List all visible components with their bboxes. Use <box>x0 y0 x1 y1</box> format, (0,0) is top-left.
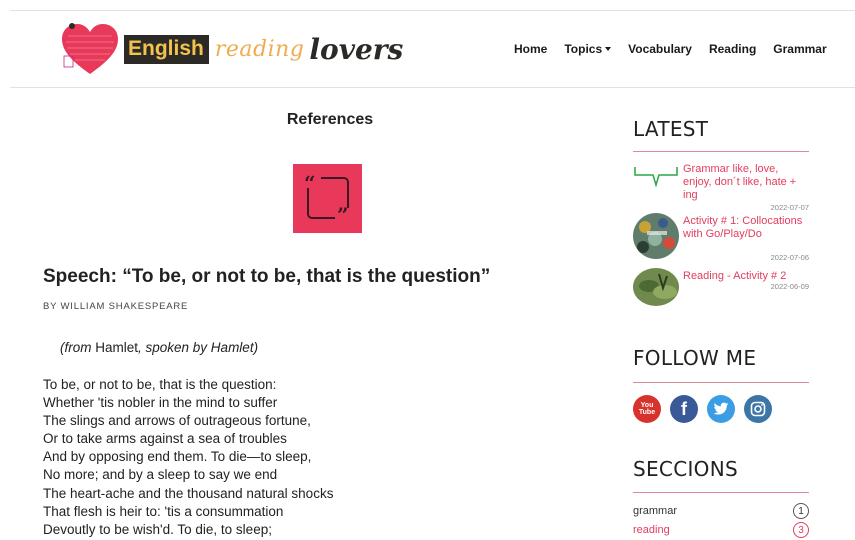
top-divider <box>10 10 855 11</box>
youtube-icon[interactable]: You Tube <box>633 395 661 423</box>
poem-text: To be, or not to be, that is the questio… <box>43 376 333 539</box>
article-title: Speech: “To be, or not to be, that is th… <box>43 266 491 287</box>
section-link-grammar[interactable]: grammar 1 <box>633 503 809 519</box>
source-suffix: , spoken by Hamlet) <box>138 340 259 355</box>
facebook-icon[interactable]: f <box>670 395 698 423</box>
poem-line: Whether 'tis nobler in the mind to suffe… <box>43 395 278 411</box>
source-work: Hamlet <box>95 340 139 355</box>
instagram-icon[interactable] <box>744 395 772 423</box>
latest-post-date: 2022-07-06 <box>770 253 809 262</box>
caret-down-icon <box>605 47 612 51</box>
sections-divider <box>633 492 809 493</box>
poem-line: To be, or not to be, that is the questio… <box>43 377 277 392</box>
main-nav: Home Topics Vocabulary Reading Grammar <box>514 42 827 56</box>
site-logo[interactable]: English reading lovers <box>60 22 403 76</box>
latest-post[interactable]: Activity # 1: Collocations with Go/Play/… <box>633 213 809 262</box>
svg-text:”: ” <box>337 203 349 227</box>
poem-line: Or to take arms against a sea of trouble… <box>43 431 287 447</box>
header-divider <box>10 87 855 88</box>
poem-line: No more; and by a sleep to say we end <box>43 467 278 483</box>
latest-post-link[interactable]: Grammar like, love, enjoy, don´t like, h… <box>683 163 809 202</box>
reading-thumbnail <box>633 268 679 306</box>
collocations-thumbnail <box>633 213 679 259</box>
latest-divider <box>633 151 809 152</box>
section-label: grammar <box>633 505 678 517</box>
heart-logo-icon <box>60 22 120 76</box>
poem-line: And by opposing end them. To die—to slee… <box>43 449 312 465</box>
bracket-thumbnail-icon <box>633 163 679 209</box>
twitter-icon[interactable] <box>707 395 735 423</box>
latest-post[interactable]: Reading - Activity # 2 2022-06-09 <box>633 268 809 313</box>
source-note: (from Hamlet, spoken by Hamlet) <box>60 340 258 355</box>
latest-post[interactable]: Grammar like, love, enjoy, don´t like, h… <box>633 163 809 212</box>
page-heading: References <box>286 111 374 128</box>
follow-divider <box>633 382 809 383</box>
latest-post-link[interactable]: Activity # 1: Collocations with Go/Play/… <box>683 215 809 241</box>
article-byline: BY WILLIAM SHAKESPEARE <box>43 301 189 312</box>
source-prefix: (from <box>60 340 96 355</box>
poem-line: The slings and arrows of outrageous fort… <box>43 413 311 429</box>
latest-heading: LATEST <box>633 117 709 141</box>
nav-home[interactable]: Home <box>514 42 547 56</box>
logo-word-reading: reading <box>214 36 305 62</box>
nav-vocabulary[interactable]: Vocabulary <box>628 42 692 56</box>
svg-text:“: “ <box>304 171 316 195</box>
poem-line: The heart-ache and the thousand natural … <box>43 485 334 501</box>
poem-line: Devoutly to be wish'd. To die, to sleep; <box>43 521 272 537</box>
section-count-badge: 1 <box>793 503 809 519</box>
sections-heading: SECCIONS <box>633 457 738 481</box>
section-link-reading[interactable]: reading 3 <box>633 522 809 538</box>
logo-word-english: English <box>124 34 209 64</box>
section-count-badge: 3 <box>793 522 809 538</box>
nav-reading[interactable]: Reading <box>709 42 756 56</box>
logo-word-lovers: lovers <box>309 32 404 66</box>
latest-post-date: 2022-07-07 <box>770 203 809 212</box>
nav-grammar[interactable]: Grammar <box>773 42 826 56</box>
quote-marks-icon: “ ” <box>293 164 362 233</box>
social-links: You Tube f <box>633 395 781 423</box>
poem-line: That flesh is heir to: 'tis a consummati… <box>43 503 284 519</box>
nav-topics-label: Topics <box>564 42 603 56</box>
follow-heading: FOLLOW ME <box>633 346 757 370</box>
section-label: reading <box>633 524 670 536</box>
latest-post-date: 2022-06-09 <box>770 282 809 291</box>
nav-topics-dropdown[interactable]: Topics <box>564 42 612 56</box>
